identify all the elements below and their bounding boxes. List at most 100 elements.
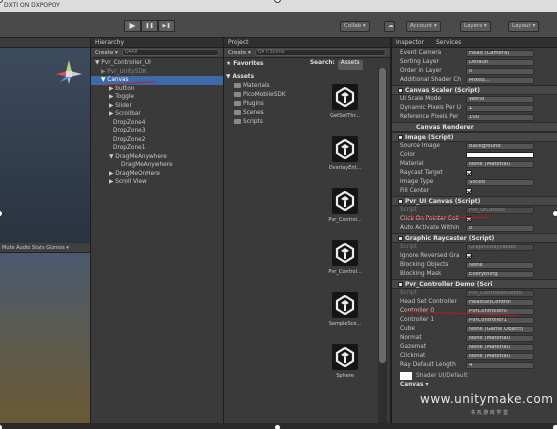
asset-label: Sphere	[336, 373, 354, 379]
value-field[interactable]: Everything	[466, 271, 534, 278]
value-field[interactable]: Default	[466, 59, 534, 66]
search-scope-assets[interactable]: Assets	[337, 60, 363, 70]
controller-demo-header[interactable]: Pvr_Controller Demo (Scri	[392, 279, 557, 289]
field-label: Image Type	[400, 179, 434, 185]
hierarchy-create-button[interactable]: Create ▾	[95, 50, 118, 56]
game-options[interactable]: Mute Audio Stats Gizmos ▾	[2, 245, 69, 251]
hierarchy-item[interactable]: ▶ DragMeOnHere	[91, 170, 223, 179]
hierarchy-item[interactable]: ▶ Scroll View	[91, 178, 223, 187]
selection-handle-bc[interactable]	[274, 424, 281, 429]
asset-item[interactable]: Pvr_Control...	[321, 240, 369, 275]
value-field[interactable]: 0	[466, 225, 534, 232]
assets-root-item[interactable]: ▼ Assets	[226, 73, 306, 82]
asset-label: OverlayEnt...	[328, 165, 362, 171]
hierarchy-item[interactable]: ▶ Scrollbar	[91, 110, 223, 119]
image-fields: Source Image Background Color Material None …	[392, 142, 557, 196]
asset-item[interactable]: OverlayEnt...	[321, 136, 369, 171]
canvas-preview-label[interactable]: Canvas ▾	[400, 381, 428, 390]
project-tab[interactable]: Project	[224, 38, 390, 48]
asset-item[interactable]: SampleSce...	[321, 292, 369, 327]
window-title: DXTI ON DXPOPOY	[4, 2, 60, 9]
field-label: Material	[400, 161, 424, 167]
image-header[interactable]: Image (Script)	[392, 132, 557, 142]
value-field[interactable]: World	[466, 96, 534, 103]
canvas-renderer-header[interactable]: Canvas Renderer	[392, 122, 557, 132]
checkbox[interactable]	[466, 188, 472, 194]
cloud-icon[interactable]: ☁	[384, 21, 395, 32]
canvas-renderer-title: Canvas Renderer	[416, 124, 474, 131]
hierarchy-item[interactable]: ▼ DragMeAnywhere	[91, 153, 223, 162]
value-field[interactable]: None	[466, 262, 534, 269]
checkbox[interactable]	[466, 170, 472, 176]
checkbox[interactable]	[466, 253, 472, 259]
color-field[interactable]	[466, 152, 534, 158]
asset-item[interactable]: Pvr_Control...	[321, 188, 369, 223]
asset-item[interactable]: Sphere	[321, 344, 369, 379]
value-field[interactable]: Background	[466, 143, 534, 150]
project-create-button[interactable]: Create ▾	[228, 50, 251, 56]
orientation-gizmo-icon[interactable]	[54, 58, 84, 98]
hierarchy-search-input[interactable]: Q▾All	[121, 49, 219, 56]
value-field[interactable]: Mixed...	[466, 77, 534, 84]
value-field[interactable]: None (Material)	[466, 335, 534, 342]
hierarchy-item[interactable]: ▼ Pvr_Controller_UI	[91, 59, 223, 68]
hierarchy-tab[interactable]: Hierarchy	[91, 38, 223, 48]
favorites-item[interactable]: ★ Favorites	[226, 60, 306, 69]
folder-item[interactable]: Materials	[226, 82, 306, 91]
project-search-input[interactable]: Q▾ t:Scene	[254, 49, 386, 56]
hierarchy-item[interactable]: DropZone2	[91, 136, 223, 145]
value-field[interactable]: Pvr_UICanvas	[466, 207, 534, 214]
folder-item[interactable]: Scenes	[226, 109, 306, 118]
project-scrollbar[interactable]	[378, 68, 387, 423]
step-button[interactable]: ▶❚	[158, 20, 175, 32]
tab-inspector[interactable]: Inspector	[396, 39, 424, 46]
value-field[interactable]: PvrController1	[466, 317, 534, 324]
hierarchy-item[interactable]: ▶ button	[91, 85, 223, 94]
value-field[interactable]: HeadSetControl	[466, 299, 534, 306]
hierarchy-item[interactable]: DropZone4	[91, 119, 223, 128]
scene-tab[interactable]	[0, 38, 90, 48]
account-button[interactable]: Account ▾	[406, 21, 441, 32]
folder-item[interactable]: Scripts	[226, 118, 306, 127]
hierarchy-item[interactable]: DropZone3	[91, 127, 223, 136]
value-field[interactable]: None (Game Object)	[466, 326, 534, 333]
layers-button[interactable]: Layers ▾	[460, 21, 491, 32]
value-field[interactable]: GraphicRaycaster	[466, 244, 534, 251]
pause-button[interactable]: ❚❚	[141, 20, 158, 32]
value-field[interactable]: Head (Camera)	[466, 50, 534, 57]
ui-canvas-header[interactable]: Pvr_UI Canvas (Script)	[392, 196, 557, 206]
layout-button[interactable]: Layout ▾	[508, 21, 540, 32]
value-field[interactable]: None (Material)	[466, 344, 534, 351]
value-field[interactable]: 0	[466, 68, 534, 75]
hierarchy-item[interactable]: DragMeAnywhere	[91, 161, 223, 170]
value-field[interactable]: Pvr_ControllerDemo	[466, 290, 534, 297]
project-folder-tree: ★ Favorites ▼ Assets Materials PicoMobile…	[226, 60, 306, 127]
collab-button[interactable]: Collab ▾	[340, 21, 370, 32]
folder-item[interactable]: Plugins	[226, 100, 306, 109]
value-field[interactable]: 4	[466, 362, 534, 369]
material-shader[interactable]: Shader UI/Default	[416, 372, 557, 381]
value-field[interactable]: 100	[466, 114, 534, 121]
value-field[interactable]: None (Material)	[466, 353, 534, 360]
project-scrollbar-thumb[interactable]	[379, 68, 386, 363]
hierarchy-item[interactable]: ▶ Slider	[91, 102, 223, 111]
hierarchy-item[interactable]: ▶ Toggle	[91, 93, 223, 102]
asset-item[interactable]: GetSetThr...	[321, 84, 369, 119]
selection-handle-br[interactable]	[552, 424, 557, 429]
scene-view[interactable]	[0, 38, 90, 243]
hierarchy-item[interactable]: DropZone1	[91, 144, 223, 153]
game-view[interactable]	[0, 253, 90, 423]
graphic-raycaster-header[interactable]: Graphic Raycaster (Script)	[392, 233, 557, 243]
selection-handle-mr[interactable]	[552, 210, 557, 217]
unity-scene-icon	[332, 84, 358, 110]
value-field[interactable]: None (Material)	[466, 161, 534, 168]
canvas-scaler-header[interactable]: Canvas Scaler (Script)	[392, 85, 557, 95]
value-field[interactable]: 1	[466, 105, 534, 112]
ui-canvas-fields: Script Pvr_UICanvas Click On Pointer Coll A…	[392, 206, 557, 233]
play-button[interactable]: ▶	[124, 20, 141, 32]
hierarchy-item[interactable]: ▶ Pvr_UnitySDK	[91, 68, 223, 77]
unity-scene-icon	[332, 292, 358, 318]
tab-services[interactable]: Services	[436, 39, 461, 46]
folder-item[interactable]: PicoMobileSDK	[226, 91, 306, 100]
value-field[interactable]: Sliced	[466, 179, 534, 186]
